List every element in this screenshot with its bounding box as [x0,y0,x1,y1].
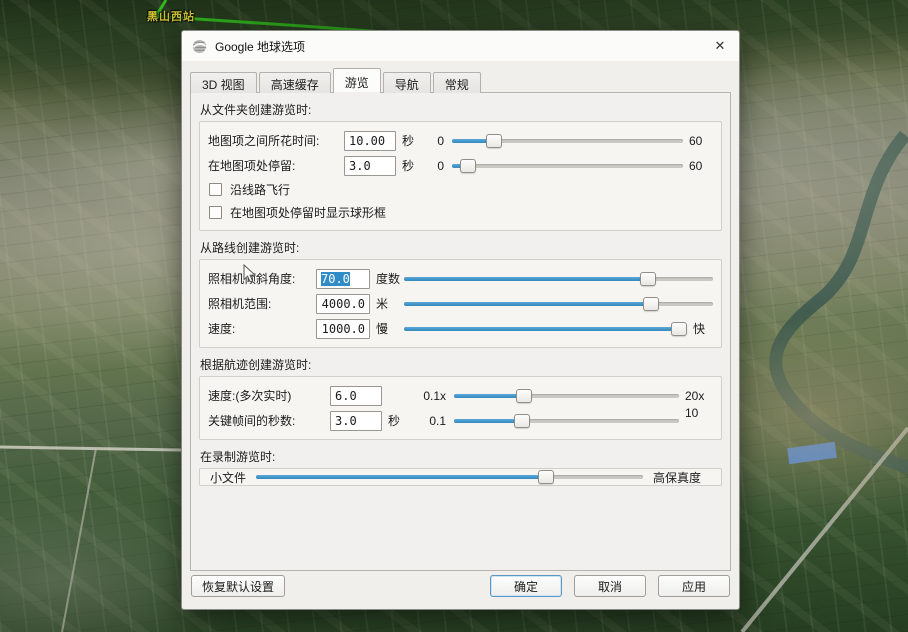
slider-track[interactable] [452,164,683,168]
wait-at-features-slider[interactable] [452,157,683,175]
line-speed-input[interactable]: 1000.0 [316,319,370,339]
tab-3d-view[interactable]: 3D 视图 [190,72,257,93]
camera-range-row: 照相机范围: 4000.0 米 [208,291,713,316]
dialog-title: Google 地球选项 [215,38,711,55]
section-title-from-line: 从路线创建游览时: [200,239,722,255]
road-vertical [62,448,96,632]
slider-min-label: 0.1x [410,389,446,403]
cancel-button[interactable]: 取消 [574,575,646,597]
tab-cache[interactable]: 高速缓存 [259,72,331,93]
slider-handle[interactable] [643,297,659,311]
fly-along-lines-checkbox[interactable] [209,183,222,196]
slider-fill [404,277,648,281]
line-speed-row: 速度: 1000.0 慢 快 [208,316,713,341]
wait-at-features-row: 在地图项处停留: 3.0 秒 0 60 [208,153,713,178]
tab-bar: 3D 视图 高速缓存 游览 导航 常规 [190,68,731,93]
apply-button[interactable]: 应用 [658,575,730,597]
slider-handle[interactable] [486,134,502,148]
options-dialog: Google 地球选项 ✕ 3D 视图 高速缓存 游览 导航 常规 从文件夹创建… [181,30,740,610]
time-between-features-label: 地图项之间所花时间: [208,132,344,149]
slider-fill [454,419,522,423]
slider-min-label: 0 [428,134,444,148]
dialog-titlebar[interactable]: Google 地球选项 ✕ [182,31,739,61]
group-recording: 小文件 高保真度 [199,468,722,486]
group-from-track: 速度:(多次实时) 6.0 0.1x 20x 关键帧间的秒数: 3.0 秒 0.… [199,376,722,440]
section-title-recording: 在录制游览时: [200,448,722,464]
slider-fill [454,394,524,398]
track-speed-row: 速度:(多次实时) 6.0 0.1x 20x [208,383,713,408]
slider-handle[interactable] [671,322,687,336]
camera-tilt-slider[interactable] [404,270,713,288]
keyframe-seconds-row: 关键帧间的秒数: 3.0 秒 0.1 10 [208,408,713,433]
keyframe-seconds-slider[interactable] [454,412,679,430]
road-diagonal [742,428,908,632]
time-between-features-input[interactable]: 10.00 [344,131,396,151]
slider-handle[interactable] [538,470,554,484]
river [776,135,908,468]
slider-max-label: 60 [689,134,713,148]
slider-handle[interactable] [460,159,476,173]
keyframe-seconds-label: 关键帧间的秒数: [208,412,330,429]
camera-tilt-input[interactable]: 70.0 [316,269,370,289]
slider-fill [404,327,679,331]
slow-label: 慢 [370,320,404,337]
ok-button[interactable]: 确定 [490,575,562,597]
camera-range-label: 照相机范围: [208,295,316,312]
group-from-line: 照相机倾斜角度: 70.0 度数 照相机范围: 4000.0 米 [199,259,722,348]
track-speed-label: 速度:(多次实时) [208,387,330,404]
time-between-features-row: 地图项之间所花时间: 10.00 秒 0 60 [208,128,713,153]
google-earth-icon [192,39,207,54]
slider-handle[interactable] [516,389,532,403]
keyframe-seconds-input[interactable]: 3.0 [330,411,382,431]
fly-along-lines-label[interactable]: 沿线路飞行 [230,181,290,198]
small-file-label: 小文件 [210,469,246,486]
section-title-from-folder: 从文件夹创建游览时: [200,101,722,117]
slider-max-label: 20x [685,389,713,403]
dialog-footer: 恢复默认设置 确定 取消 应用 [191,575,730,597]
tab-panel-touring: 从文件夹创建游览时: 地图项之间所花时间: 10.00 秒 0 60 在地图项处… [190,92,731,571]
slider-min-label: 0 [428,159,444,173]
blue-roof-building [787,442,837,465]
degrees-unit-label: 度数 [370,270,404,287]
show-balloon-checkbox[interactable] [209,206,222,219]
show-balloon-row: 在地图项处停留时显示球形框 [208,201,713,224]
slider-min-label: 0.1 [410,414,446,428]
slider-max-label: 60 [689,159,713,173]
fly-along-lines-row: 沿线路飞行 [208,178,713,201]
close-icon[interactable]: ✕ [711,37,729,55]
footer-button-group: 确定 取消 应用 [490,575,730,597]
seconds-unit-label: 秒 [396,132,428,149]
camera-range-slider[interactable] [404,295,713,313]
track-speed-input[interactable]: 6.0 [330,386,382,406]
seconds-unit-label: 秒 [382,412,410,429]
road-horizontal [0,447,181,450]
meters-unit-label: 米 [370,295,404,312]
high-fidelity-label: 高保真度 [653,469,713,486]
tab-navigation[interactable]: 导航 [383,72,431,93]
group-from-folder: 地图项之间所花时间: 10.00 秒 0 60 在地图项处停留: 3.0 秒 0 [199,121,722,231]
section-title-from-track: 根据航迹创建游览时: [200,356,722,372]
fast-label: 快 [693,320,713,337]
slider-handle[interactable] [640,272,656,286]
seconds-unit-label: 秒 [396,157,428,174]
track-speed-slider[interactable] [454,387,679,405]
camera-range-input[interactable]: 4000.0 [316,294,370,314]
camera-tilt-row: 照相机倾斜角度: 70.0 度数 [208,266,713,291]
slider-fill [256,475,546,479]
recording-quality-slider[interactable] [256,468,643,486]
show-balloon-label[interactable]: 在地图项处停留时显示球形框 [230,204,386,221]
line-speed-label: 速度: [208,320,316,337]
tab-touring[interactable]: 游览 [333,68,381,93]
tab-general[interactable]: 常规 [433,72,481,93]
slider-fill [404,302,651,306]
wait-at-features-label: 在地图项处停留: [208,157,344,174]
time-between-features-slider[interactable] [452,132,683,150]
line-speed-slider[interactable] [404,320,687,338]
route-station-label: 黑山西站 [147,8,195,24]
restore-defaults-button[interactable]: 恢复默认设置 [191,575,285,597]
camera-tilt-label: 照相机倾斜角度: [208,270,316,287]
slider-max-label: 10 [685,406,713,420]
slider-handle[interactable] [514,414,530,428]
wait-at-features-input[interactable]: 3.0 [344,156,396,176]
